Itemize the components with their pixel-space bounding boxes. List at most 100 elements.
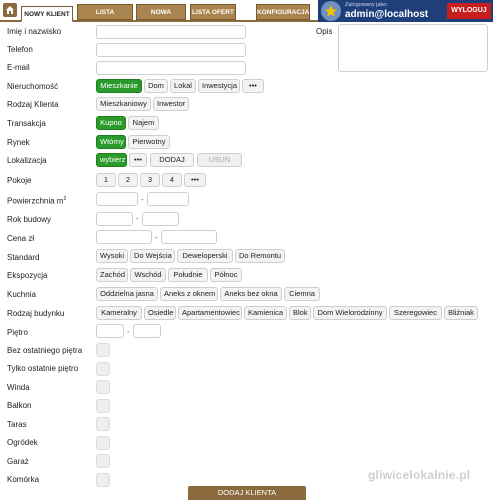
option-do-remontu[interactable]: Do Remontu xyxy=(235,249,285,263)
option-dom[interactable]: Dom xyxy=(144,79,168,93)
option-do-wejscia[interactable]: Do Wejścia xyxy=(130,249,175,263)
option-kupno[interactable]: Kupno xyxy=(96,116,126,130)
email-input[interactable] xyxy=(96,61,246,75)
pokoje-label: Pokoje xyxy=(7,176,32,185)
option-blok[interactable]: Blok xyxy=(289,306,311,320)
range-separator: - xyxy=(155,233,158,242)
nieruchomosc-label: Nieruchomość xyxy=(7,82,59,91)
option-szeregowiec[interactable]: Szeregowiec xyxy=(389,306,442,320)
opis-textarea[interactable] xyxy=(338,24,488,72)
cena-label: Cena zł xyxy=(7,234,35,243)
dodaj-lokalizacja-button[interactable]: DODAJ xyxy=(150,153,194,167)
option-inwestycja[interactable]: Inwestycja xyxy=(198,79,240,93)
option-aneks-z-oknem[interactable]: Aneks z oknem xyxy=(160,287,218,301)
phone-label: Telefon xyxy=(7,45,33,54)
cena-max-input[interactable] xyxy=(161,230,217,244)
powierzchnia-max-input[interactable] xyxy=(147,192,189,206)
tylko-ostatnie-label: Tylko ostatnie piętro xyxy=(7,364,79,373)
option-kameralny[interactable]: Kameralny xyxy=(96,306,142,320)
star-icon xyxy=(321,1,341,21)
bez-ostatniego-label: Bez ostatniego piętra xyxy=(7,346,83,355)
option-pokoje-1[interactable]: 1 xyxy=(96,173,116,187)
option-blizniak[interactable]: Bliźniak xyxy=(444,306,478,320)
ekspozycja-label: Ekspozycja xyxy=(7,271,48,280)
home-icon[interactable] xyxy=(3,3,17,17)
top-navigation-bar: NOWY KLIENT LISTA KLIENTÓW NOWA OFERTA L… xyxy=(0,0,493,32)
komorka-checkbox[interactable] xyxy=(96,473,110,487)
range-separator: - xyxy=(136,214,139,223)
komorka-label: Komórka xyxy=(7,475,40,484)
range-separator: - xyxy=(141,195,144,204)
range-separator: - xyxy=(127,327,130,336)
powierzchnia-min-input[interactable] xyxy=(96,192,138,206)
rodzaj-budynku-label: Rodzaj budynku xyxy=(7,309,65,318)
taras-checkbox[interactable] xyxy=(96,417,110,431)
balkon-label: Balkon xyxy=(7,401,32,410)
name-input[interactable] xyxy=(96,25,246,39)
tab-nowy-klient[interactable]: NOWY KLIENT xyxy=(21,6,73,22)
lokalizacja-more-button[interactable]: ••• xyxy=(129,153,147,167)
winda-checkbox[interactable] xyxy=(96,380,110,394)
ogrodek-label: Ogródek xyxy=(7,438,38,447)
phone-input[interactable] xyxy=(96,43,246,57)
option-polnoc[interactable]: Północ xyxy=(210,268,242,282)
option-zachod[interactable]: Zachód xyxy=(96,268,128,282)
powierzchnia-label: Powierzchnia m2 xyxy=(7,196,66,206)
option-inwestor[interactable]: Inwestor xyxy=(153,97,189,111)
garaz-checkbox[interactable] xyxy=(96,454,110,468)
logged-in-label: Zalogowany jako: xyxy=(345,2,388,8)
option-pokoje-2[interactable]: 2 xyxy=(118,173,138,187)
logout-button[interactable]: WYLOGUJ xyxy=(447,3,491,19)
tab-konfiguracja[interactable]: KONFIGURACJA xyxy=(256,4,310,20)
pietro-label: Piętro xyxy=(7,328,28,337)
rok-max-input[interactable] xyxy=(142,212,179,226)
tab-lista-klientow[interactable]: LISTA KLIENTÓW xyxy=(77,4,133,32)
tab-lista-ofert[interactable]: LISTA OFERT xyxy=(190,4,236,20)
taras-label: Taras xyxy=(7,420,27,429)
option-wtorny[interactable]: Wtórny xyxy=(96,135,126,149)
option-dom-wielorodzinny[interactable]: Dom Wielorodzinny xyxy=(313,306,387,320)
balkon-checkbox[interactable] xyxy=(96,399,110,413)
option-deweloperski[interactable]: Deweloperski xyxy=(177,249,233,263)
opis-label: Opis xyxy=(316,27,333,36)
pietro-min-input[interactable] xyxy=(96,324,124,338)
bez-ostatniego-checkbox[interactable] xyxy=(96,343,110,357)
powierzchnia-label-text: Powierzchnia m xyxy=(7,196,64,206)
wybierz-button[interactable]: wybierz xyxy=(96,153,127,167)
option-pokoje-4[interactable]: 4 xyxy=(162,173,182,187)
option-pokoje-3[interactable]: 3 xyxy=(140,173,160,187)
option-pierwotny[interactable]: Pierwotny xyxy=(128,135,170,149)
usun-lokalizacja-button[interactable]: USUŃ xyxy=(197,153,242,167)
rok-min-input[interactable] xyxy=(96,212,133,226)
user-panel: Zalogowany jako: admin@localhost WYLOGUJ xyxy=(318,0,493,22)
option-wschod[interactable]: Wschód xyxy=(130,268,166,282)
option-aneks-bez-okna[interactable]: Aneks bez okna xyxy=(220,287,282,301)
pokoje-more-button[interactable]: ••• xyxy=(184,173,206,187)
standard-label: Standard xyxy=(7,253,40,262)
option-mieszkaniowy[interactable]: Mieszkaniowy xyxy=(96,97,151,111)
option-ciemna[interactable]: Ciemna xyxy=(284,287,320,301)
rodzaj-klienta-label: Rodzaj Klienta xyxy=(7,100,59,109)
option-apartamentowiec[interactable]: Apartamentowiec xyxy=(178,306,242,320)
tylko-ostatnie-checkbox[interactable] xyxy=(96,362,110,376)
option-najem[interactable]: Najem xyxy=(128,116,159,130)
option-wysoki[interactable]: Wysoki xyxy=(96,249,128,263)
ogrodek-checkbox[interactable] xyxy=(96,436,110,450)
rynek-label: Rynek xyxy=(7,138,30,147)
more-options-button[interactable]: ••• xyxy=(242,79,264,93)
rok-budowy-label: Rok budowy xyxy=(7,215,52,224)
pietro-max-input[interactable] xyxy=(133,324,161,338)
option-lokal[interactable]: Lokal xyxy=(170,79,196,93)
option-oddzielna-jasna[interactable]: Oddzielna jasna xyxy=(96,287,158,301)
winda-label: Winda xyxy=(7,383,30,392)
garaz-label: Garaż xyxy=(7,457,29,466)
option-mieszkanie[interactable]: Mieszkanie xyxy=(96,79,142,93)
username: admin@localhost xyxy=(345,9,429,20)
option-poludnie[interactable]: Południe xyxy=(168,268,208,282)
cena-min-input[interactable] xyxy=(96,230,152,244)
tab-nowa-oferta[interactable]: NOWA OFERTA xyxy=(136,4,186,32)
option-osiedle[interactable]: Osiedle xyxy=(144,306,176,320)
dodaj-klienta-button[interactable]: DODAJ KLIENTA xyxy=(188,486,306,500)
option-kamienica[interactable]: Kamienica xyxy=(244,306,287,320)
name-label: Imię i nazwisko xyxy=(7,27,62,36)
